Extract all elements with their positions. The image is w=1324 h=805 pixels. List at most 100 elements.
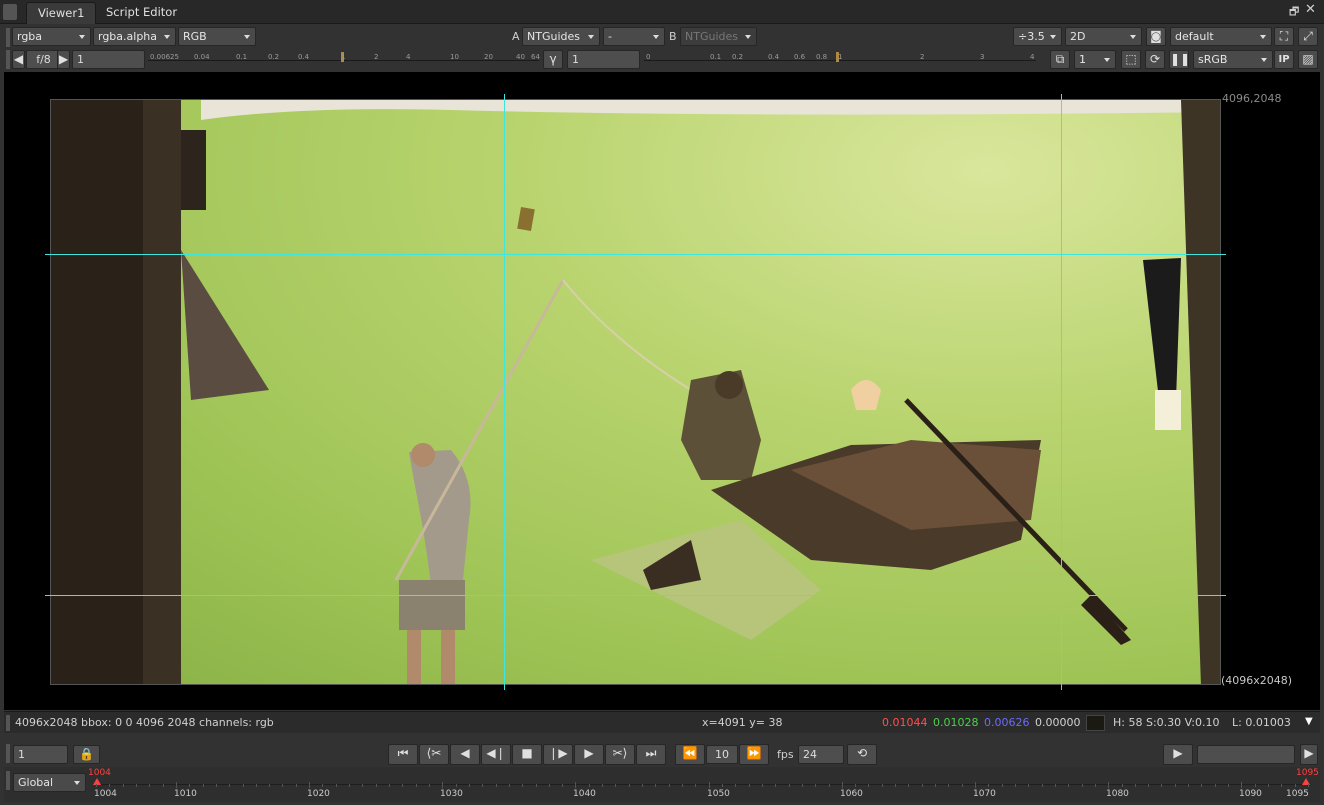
- skip-forward-icon[interactable]: ⏩: [739, 744, 769, 765]
- toolbar-grip: [6, 715, 10, 731]
- alpha-dropdown[interactable]: rgba.alpha: [93, 27, 176, 46]
- ruler-tick: [842, 782, 843, 788]
- ruler-tick: [1175, 784, 1176, 787]
- toolbar-grip: [6, 771, 10, 790]
- ruler-tick: [522, 784, 523, 787]
- timeline-ruler[interactable]: 1004 1010 1020 1030 1040 1050 1060 1070 1080 1090…: [93, 775, 1310, 802]
- ruler-tick: [789, 784, 790, 787]
- downscale-dropdown[interactable]: 1: [1074, 50, 1116, 69]
- stop-icon[interactable]: ■: [512, 744, 542, 765]
- zoom-dropdown[interactable]: ÷3.5: [1013, 27, 1062, 46]
- layer-dropdown[interactable]: rgba: [12, 27, 91, 46]
- frame-field[interactable]: 1: [13, 745, 68, 764]
- ruler-tick: [895, 784, 896, 787]
- slider-tick-label: 0.04: [194, 53, 210, 61]
- region-icon[interactable]: ⬚: [1121, 50, 1141, 69]
- tab-viewer1[interactable]: Viewer1: [26, 2, 97, 24]
- ruler-tick: [629, 784, 630, 787]
- last-frame-icon[interactable]: ⏭: [636, 744, 666, 765]
- ruler-tick: [882, 784, 883, 787]
- pixel-green: 0.01028: [933, 716, 979, 729]
- prev-keyframe-icon[interactable]: ⟨✂: [419, 744, 449, 765]
- slider-tick-label: 2: [920, 53, 925, 61]
- input-process-icon[interactable]: IP: [1274, 50, 1294, 69]
- first-frame-icon[interactable]: ⏮: [388, 744, 418, 765]
- gamma-button[interactable]: γ: [543, 50, 563, 69]
- a-input-dropdown[interactable]: NTGuides: [522, 27, 600, 46]
- ruler-tick: [123, 784, 124, 787]
- info-menu-icon[interactable]: ▼: [1305, 711, 1313, 733]
- lut-dropdown[interactable]: default: [1170, 27, 1272, 46]
- slider-tick-label: 4: [1030, 53, 1035, 61]
- slider-tick-label: 0.4: [768, 53, 780, 61]
- plate-image: [50, 99, 1221, 685]
- ruler-tick: [389, 784, 390, 787]
- slider-tick-label: 64: [531, 53, 540, 61]
- slider-tick-label: 40: [516, 53, 525, 61]
- prev-frame-icon[interactable]: ◀: [450, 744, 480, 765]
- next-keyframe-icon[interactable]: ✂⟩: [605, 744, 635, 765]
- ruler-tick: [243, 784, 244, 787]
- viewer-canvas[interactable]: 4096,2048 (4096x2048): [4, 72, 1320, 710]
- timeline-range-dropdown[interactable]: Global: [13, 773, 86, 792]
- flipbook-field[interactable]: [1197, 745, 1295, 764]
- fstop-increase-icon[interactable]: ▶: [57, 50, 70, 69]
- tab-script-editor[interactable]: Script Editor: [95, 2, 188, 24]
- play-forward-icon[interactable]: ❘▶: [543, 744, 573, 765]
- play-backward-icon[interactable]: ◀❘: [481, 744, 511, 765]
- in-point-marker[interactable]: [93, 778, 101, 785]
- guide-vertical-left: [504, 94, 505, 690]
- ruler-tick: [1295, 784, 1296, 787]
- ruler-tick: [948, 784, 949, 787]
- fullscreen-icon[interactable]: ⤢: [1298, 27, 1318, 46]
- ruler-tick: [1135, 784, 1136, 787]
- ruler-tick: [549, 784, 550, 787]
- view-mode-dropdown[interactable]: 2D: [1065, 27, 1142, 46]
- guide-vertical-right: [1061, 94, 1062, 690]
- format-info: 4096x2048 bbox: 0 0 4096 2048 channels: …: [15, 716, 274, 729]
- toolbar-grip: [6, 50, 10, 69]
- gamma-slider[interactable]: 0 0.1 0.2 0.4 0.6 0.8 1 2 3 4: [644, 50, 1036, 69]
- fps-field[interactable]: 24: [798, 745, 844, 764]
- viewer-toolbar-bottom: ◀ f/8 ▶ 1 0.00625 0.04 0.1 0.2 0.4 1 2 4 10 20 40 6…: [4, 48, 1322, 71]
- toolbar-grip: [6, 28, 10, 47]
- frame-increment-field[interactable]: 10: [706, 745, 738, 764]
- flipbook-icon[interactable]: ▶: [1163, 744, 1193, 765]
- ruler-tick: [469, 784, 470, 787]
- gamma-field[interactable]: 1: [567, 50, 640, 69]
- ruler-tick: [575, 782, 576, 788]
- ruler-tick: [96, 784, 97, 787]
- display-channels-dropdown[interactable]: RGB: [178, 27, 256, 46]
- colorspace-dropdown[interactable]: sRGB: [1193, 50, 1273, 69]
- close-pane-icon[interactable]: ✕: [1305, 2, 1316, 17]
- fstop-decrease-icon[interactable]: ◀: [12, 50, 25, 69]
- gain-field[interactable]: 1: [72, 50, 145, 69]
- ruler-tick: [1188, 784, 1189, 787]
- more-arrow-icon[interactable]: ▶: [1300, 744, 1318, 765]
- next-frame-icon[interactable]: ▶: [574, 744, 604, 765]
- loop-icon[interactable]: ⟲: [847, 744, 877, 765]
- slider-tick-label: 0: [646, 53, 651, 61]
- lock-icon[interactable]: 🔒: [73, 745, 100, 764]
- proxy-icon[interactable]: ⧉: [1050, 50, 1070, 69]
- gain-slider[interactable]: 0.00625 0.04 0.1 0.2 0.4 1 2 4 10 20 40 64: [148, 50, 540, 69]
- refresh-icon[interactable]: ⟳: [1145, 50, 1165, 69]
- pause-icon[interactable]: ❚❚: [1169, 50, 1190, 69]
- ruler-label: 1060: [840, 789, 863, 799]
- wipe-hatch-icon[interactable]: ▨: [1298, 50, 1318, 69]
- ruler-tick: [802, 784, 803, 787]
- slider-tick-label: 3: [980, 53, 985, 61]
- skip-back-icon[interactable]: ⏪: [675, 744, 705, 765]
- timeline: Global 1004 1095 1004 1010 1020 1030 1040 105…: [4, 767, 1320, 802]
- ruler-tick: [163, 784, 164, 787]
- ruler-tick: [536, 784, 537, 787]
- pane-menu-icon[interactable]: [3, 4, 17, 20]
- fstop-field[interactable]: f/8: [26, 50, 61, 69]
- pixel-alpha: 0.00000: [1035, 716, 1081, 729]
- camera-icon[interactable]: ◙: [1146, 27, 1166, 46]
- float-pane-icon[interactable]: 🗗: [1289, 3, 1299, 22]
- ruler-tick: [868, 784, 869, 787]
- compare-mode-dropdown[interactable]: -: [603, 27, 665, 46]
- roi-icon[interactable]: ⛶: [1274, 27, 1294, 46]
- b-input-dropdown[interactable]: NTGuides: [680, 27, 757, 46]
